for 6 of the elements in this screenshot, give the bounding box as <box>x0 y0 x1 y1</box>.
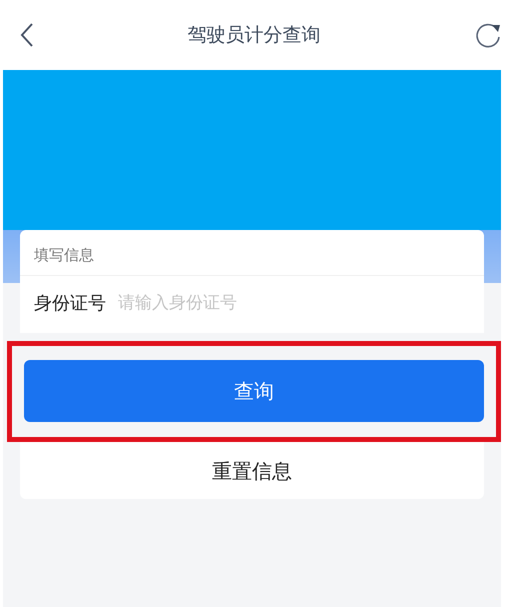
reset-button[interactable]: 重置信息 <box>20 442 484 499</box>
id-number-field[interactable]: 请输入身份证号 <box>116 290 470 317</box>
query-button[interactable]: 查询 <box>24 360 484 422</box>
page-title: 驾驶员计分查询 <box>188 22 320 48</box>
section-label: 填写信息 <box>20 230 484 276</box>
field-label: 身份证号 <box>34 292 106 316</box>
